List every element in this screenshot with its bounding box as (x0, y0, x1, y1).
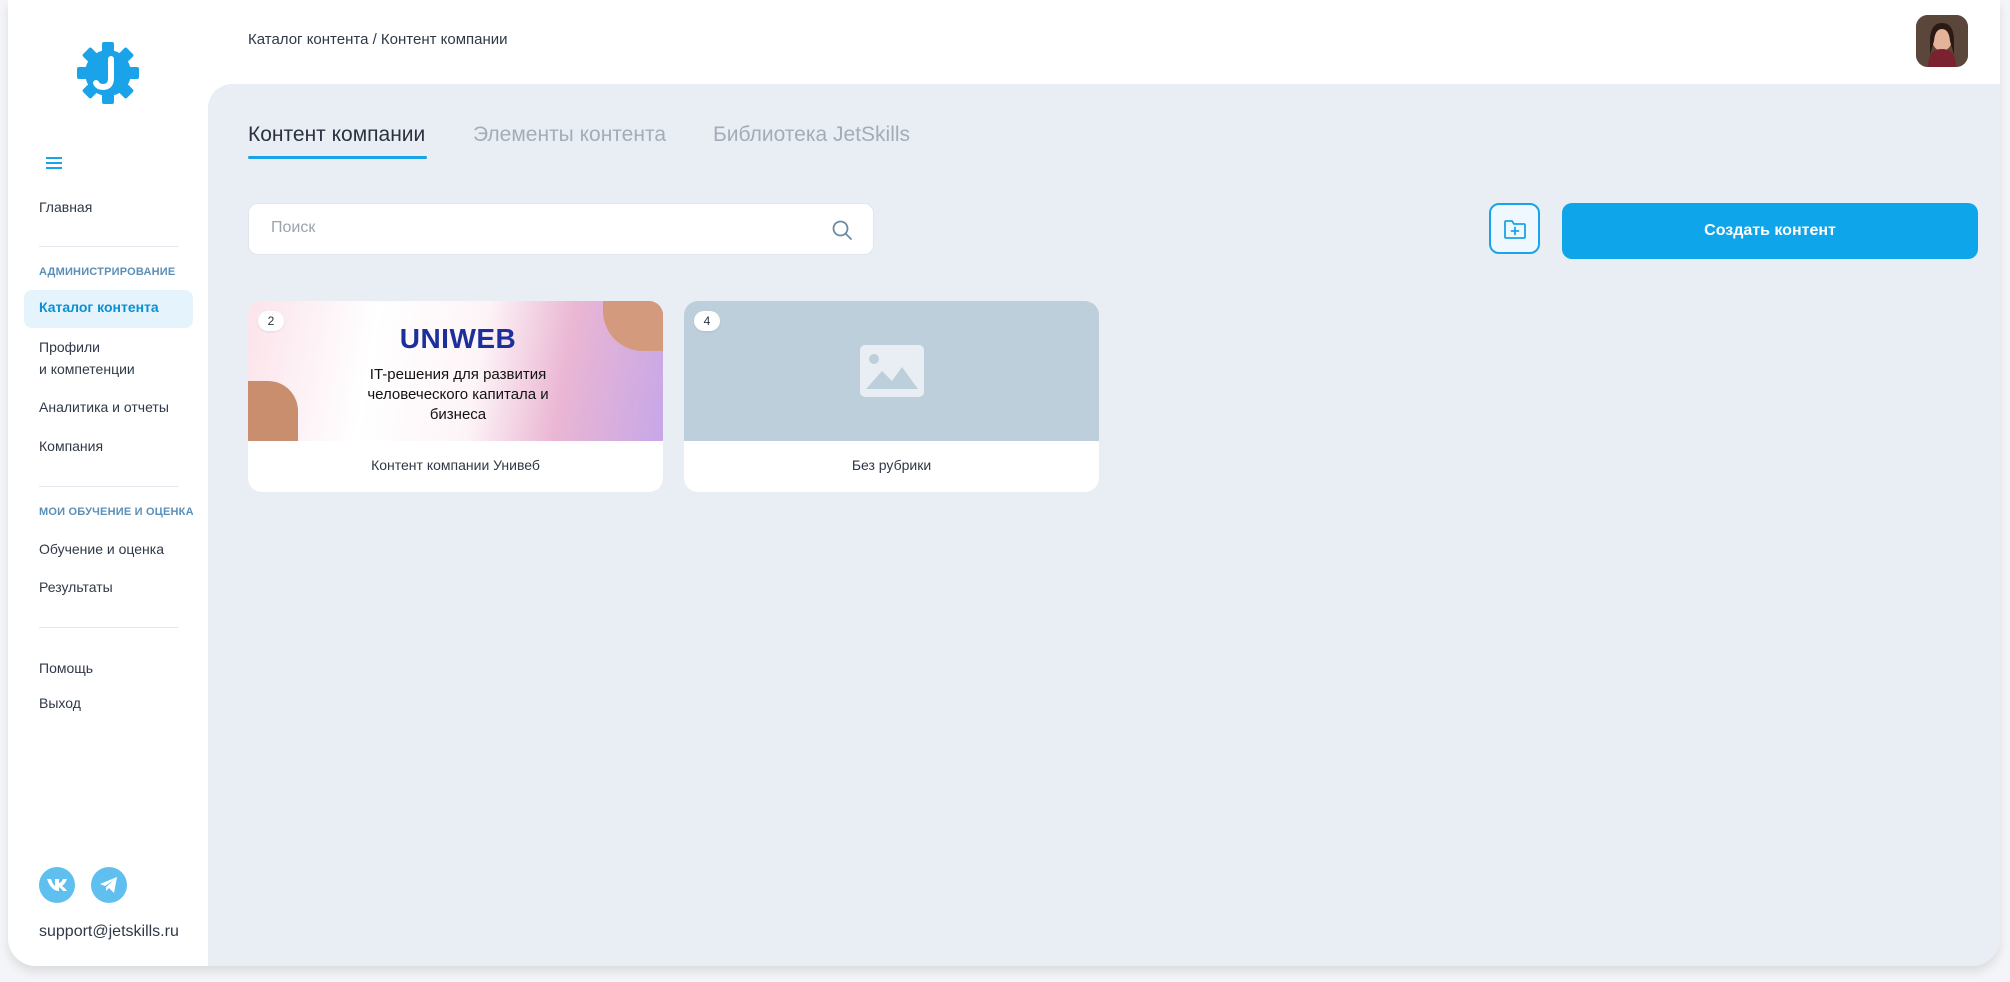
content-card[interactable]: 4 Без рубрики (684, 301, 1099, 492)
search-icon[interactable] (831, 219, 853, 241)
search-input[interactable] (269, 218, 793, 238)
sidebar-section-learning: МОИ ОБУЧЕНИЕ И ОЦЕНКА (39, 506, 194, 518)
app-window: Главная АДМИНИСТРИРОВАНИЕ Каталог контен… (8, 0, 2000, 966)
card-title: Без рубрики (851, 457, 932, 473)
sidebar-item-profiles[interactable]: Профили и компетенции (39, 336, 135, 380)
card-title: Контент компании Унивеб (371, 457, 540, 473)
banner-text: IT-решения для развития человеческого ка… (367, 366, 549, 423)
card-banner: UNIWEB IT-решения для развития человечес… (248, 301, 663, 441)
sidebar-divider (39, 246, 178, 247)
sidebar-item-results[interactable]: Результаты (39, 576, 113, 598)
tab-jetskills-library[interactable]: Библиотека JetSkills (713, 123, 910, 147)
search-box (248, 203, 874, 255)
sidebar-item-learning[interactable]: Обучение и оценка (39, 538, 164, 560)
sidebar-item-company[interactable]: Компания (39, 435, 103, 457)
tab-company-content[interactable]: Контент компании (248, 123, 425, 147)
sidebar-item-logout[interactable]: Выход (39, 692, 81, 714)
vk-icon[interactable] (39, 867, 75, 903)
banner-person-photo (603, 301, 663, 351)
banner-person-photo (248, 381, 298, 441)
sidebar-item-profiles-line2: и компетенции (39, 361, 135, 377)
card-placeholder (684, 301, 1099, 441)
content-card[interactable]: UNIWEB IT-решения для развития человечес… (248, 301, 663, 492)
sidebar-item-help[interactable]: Помощь (39, 657, 93, 679)
sidebar: Главная АДМИНИСТРИРОВАНИЕ Каталог контен… (8, 0, 208, 966)
add-folder-button[interactable] (1489, 203, 1540, 254)
breadcrumb: Каталог контента / Контент компании (248, 31, 508, 48)
image-placeholder-icon (860, 345, 924, 397)
sidebar-divider (39, 627, 178, 628)
telegram-icon[interactable] (91, 867, 127, 903)
sidebar-divider (39, 486, 178, 487)
create-content-button[interactable]: Создать контент (1562, 203, 1978, 259)
active-tab-indicator (248, 156, 427, 159)
card-count-badge: 4 (694, 311, 720, 331)
banner-brand: UNIWEB (399, 323, 517, 354)
sidebar-item-home[interactable]: Главная (39, 196, 92, 218)
sidebar-item-profiles-line1: Профили (39, 339, 100, 355)
tab-content-elements[interactable]: Элементы контента (473, 123, 666, 147)
sidebar-item-catalog[interactable]: Каталог контента (39, 299, 159, 315)
user-avatar[interactable] (1916, 15, 1968, 67)
jetskills-logo[interactable] (75, 40, 141, 106)
sidebar-section-admin: АДМИНИСТРИРОВАНИЕ (39, 266, 176, 278)
support-email-link[interactable]: support@jetskills.ru (39, 923, 179, 941)
folder-plus-icon (1503, 219, 1526, 239)
menu-toggle-icon[interactable] (44, 154, 64, 174)
card-count-badge: 2 (258, 311, 284, 331)
sidebar-item-analytics[interactable]: Аналитика и отчеты (39, 396, 169, 418)
